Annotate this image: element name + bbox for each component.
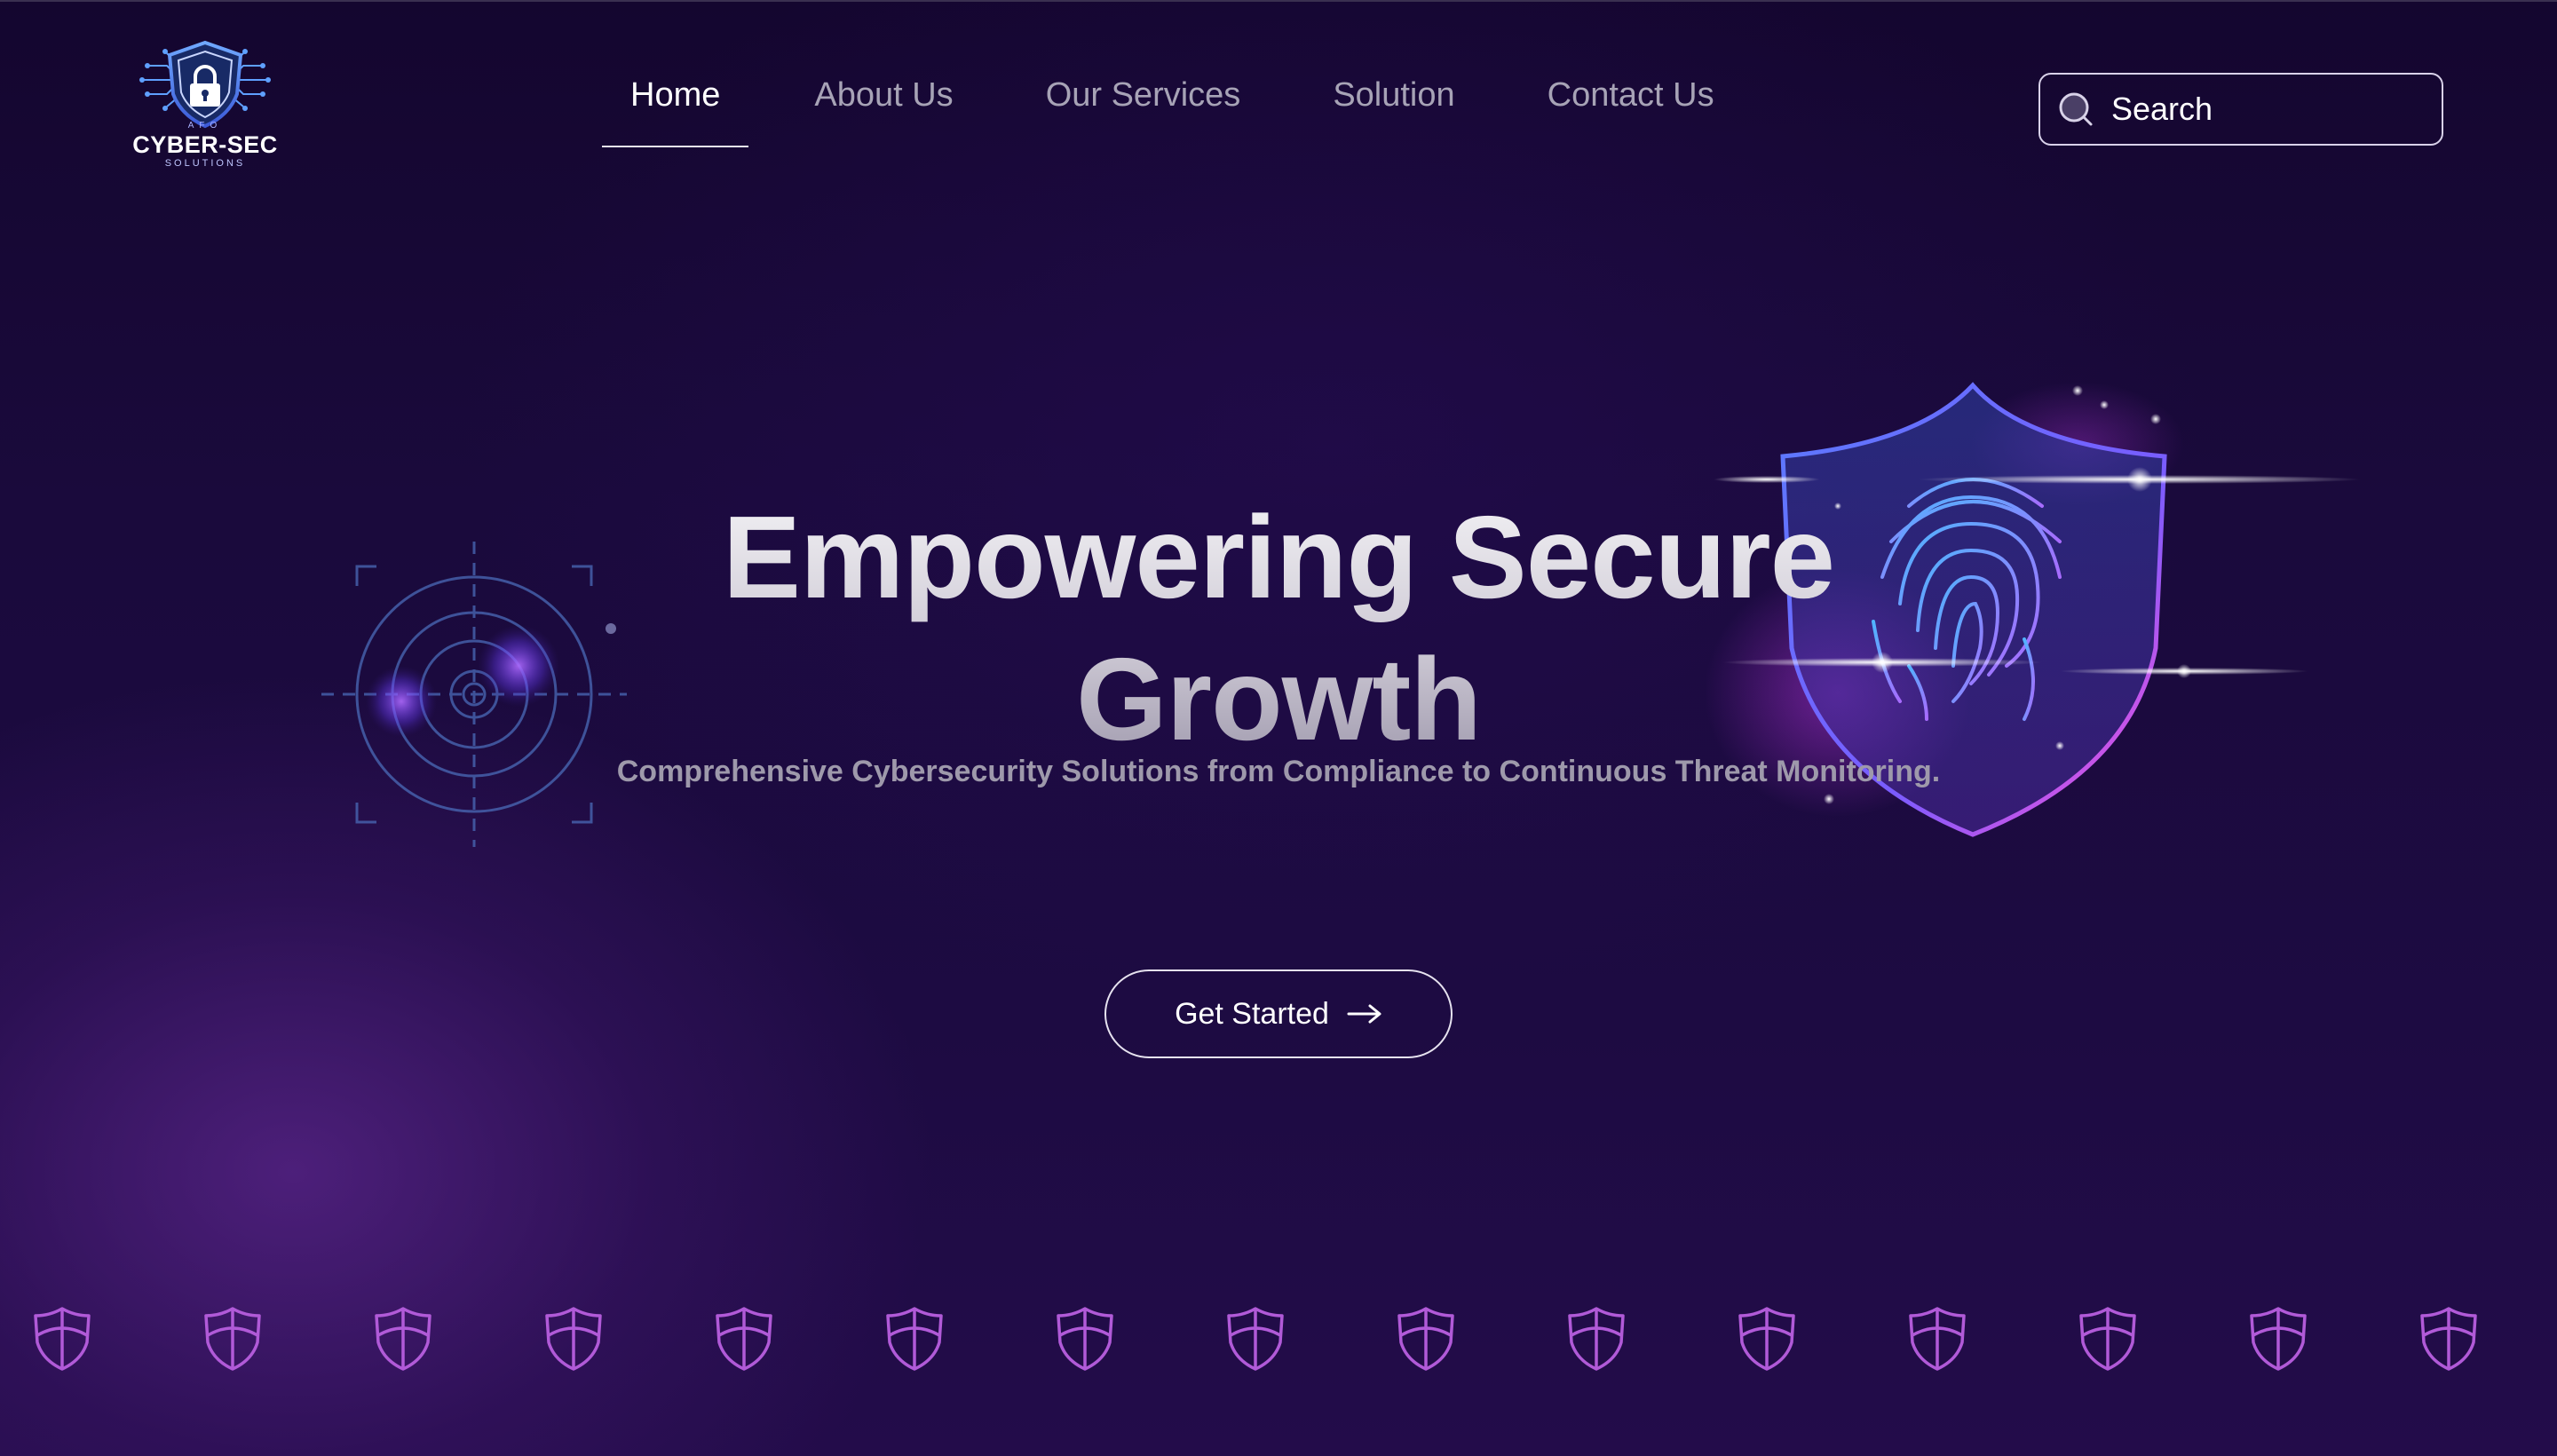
brand-logo[interactable]: AFO CYBER-SEC SOLUTIONS xyxy=(131,39,279,176)
get-started-button[interactable]: Get Started xyxy=(1104,969,1453,1058)
shield-icon xyxy=(34,1307,91,1371)
brand-prefix: AFO xyxy=(187,121,223,131)
shield-icon xyxy=(1568,1307,1625,1371)
shield-icon xyxy=(2079,1307,2136,1371)
hero-subtitle: Comprehensive Cybersecurity Solutions fr… xyxy=(616,755,1941,788)
arrow-right-icon xyxy=(1347,1004,1381,1024)
shield-icon xyxy=(886,1307,943,1371)
nav-about-us[interactable]: About Us xyxy=(814,76,953,147)
nav-home[interactable]: Home xyxy=(601,76,749,147)
target-reticle-icon xyxy=(321,542,627,847)
shield-lock-icon xyxy=(139,40,271,129)
shield-icon xyxy=(2420,1307,2477,1371)
nav-contact-us[interactable]: Contact Us xyxy=(1548,76,1714,147)
main-nav: Home About Us Our Services Solution Cont… xyxy=(601,76,1714,147)
shield-icon xyxy=(545,1307,602,1371)
search-icon xyxy=(2059,92,2093,126)
hero-title: Empowering Secure Growth xyxy=(675,487,1882,771)
top-border xyxy=(0,0,2557,2)
shield-icon xyxy=(1057,1307,1113,1371)
brand-name: CYBER-SEC xyxy=(132,131,278,158)
shield-icon xyxy=(716,1307,772,1371)
shield-icon xyxy=(204,1307,261,1371)
shield-icon xyxy=(1227,1307,1284,1371)
hero-title-line1: Empowering Secure xyxy=(722,492,1835,622)
nav-our-services[interactable]: Our Services xyxy=(1046,76,1241,147)
shield-icon xyxy=(1738,1307,1795,1371)
shield-icon xyxy=(1397,1307,1454,1371)
shield-icon xyxy=(375,1307,431,1371)
shield-icon xyxy=(2250,1307,2307,1371)
shield-icon-row xyxy=(0,1305,2557,1385)
search-input[interactable] xyxy=(2110,90,2433,129)
hero-title-line2: Growth xyxy=(1076,634,1481,764)
brand-subtitle: SOLUTIONS xyxy=(164,158,246,169)
nav-solution[interactable]: Solution xyxy=(1333,76,1454,147)
get-started-label: Get Started xyxy=(1175,996,1329,1031)
search-box[interactable] xyxy=(2038,73,2443,146)
shield-icon xyxy=(1909,1307,1966,1371)
